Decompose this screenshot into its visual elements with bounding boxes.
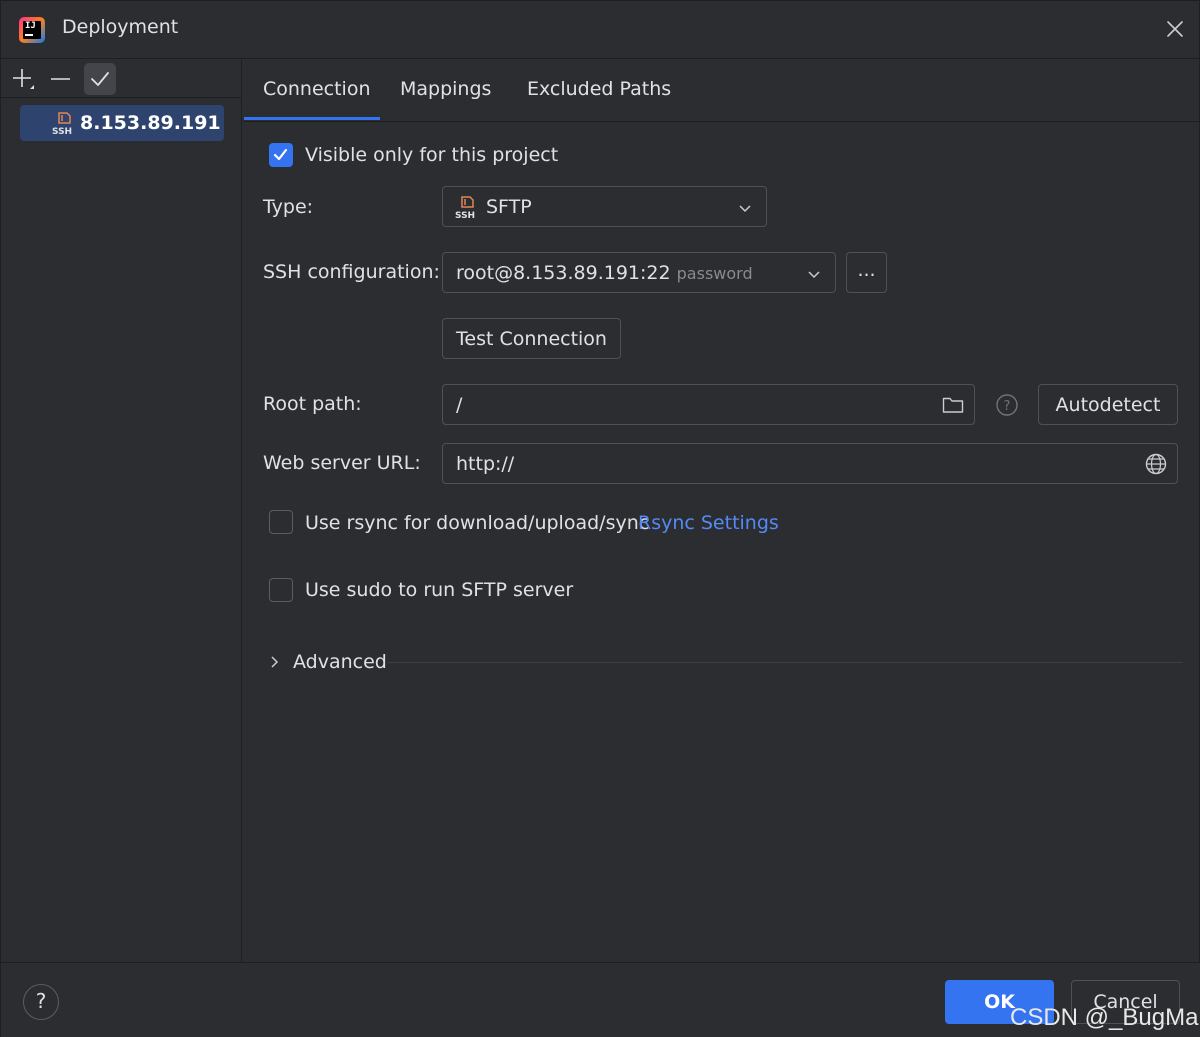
type-select[interactable]: SSH SFTP — [442, 186, 767, 227]
root-path-value: / — [456, 394, 463, 416]
ssh-configuration-more-button[interactable]: ... — [846, 252, 887, 293]
use-as-default-button[interactable] — [84, 63, 116, 95]
deployment-dialog: IJ Deployment SSH 8.153.89.191 Connectio… — [0, 0, 1200, 1037]
title-bar: IJ Deployment — [1, 1, 1200, 59]
visible-only-checkbox[interactable] — [269, 143, 293, 167]
visible-only-label: Visible only for this project — [305, 144, 559, 166]
use-sudo-checkbox[interactable] — [269, 578, 293, 602]
chevron-right-icon[interactable] — [266, 654, 282, 670]
folder-icon[interactable] — [941, 393, 965, 417]
use-rsync-checkbox[interactable] — [269, 510, 293, 534]
server-list-toolbar — [1, 60, 242, 98]
tab-mappings[interactable]: Mappings — [400, 78, 491, 100]
autodetect-button[interactable]: Autodetect — [1038, 384, 1178, 425]
add-server-button[interactable] — [8, 63, 40, 95]
advanced-separator — [388, 662, 1183, 663]
question-icon[interactable]: ? — [995, 393, 1019, 417]
watermark: CSDN @_BugMan — [1010, 1004, 1200, 1031]
use-sudo-label: Use sudo to run SFTP server — [305, 579, 574, 601]
tab-excluded-paths[interactable]: Excluded Paths — [527, 78, 671, 100]
tab-connection[interactable]: Connection — [263, 78, 371, 100]
ssh-auth-hint: password — [676, 264, 753, 283]
server-list-item[interactable]: SSH 8.153.89.191 — [20, 105, 224, 141]
server-item-label: 8.153.89.191 — [80, 112, 221, 134]
check-icon — [273, 148, 288, 161]
server-settings-panel: Connection Mappings Excluded Paths Visib… — [243, 60, 1200, 962]
server-list-panel: SSH 8.153.89.191 — [1, 60, 242, 962]
web-server-url-label: Web server URL: — [263, 452, 421, 474]
dialog-title: Deployment — [62, 16, 179, 38]
help-button[interactable]: ? — [23, 984, 59, 1020]
ssh-icon: SSH — [52, 112, 72, 135]
minus-icon — [51, 78, 70, 80]
test-connection-button[interactable]: Test Connection — [442, 318, 621, 359]
rsync-settings-link[interactable]: Rsync Settings — [638, 512, 779, 534]
use-rsync-label: Use rsync for download/upload/sync — [305, 512, 650, 534]
ssh-configuration-value: root@8.153.89.191:22 password — [456, 262, 753, 284]
svg-text:SSH: SSH — [455, 211, 475, 219]
ssh-configuration-label: SSH configuration: — [263, 261, 440, 283]
ssh-configuration-text: root@8.153.89.191:22 — [456, 262, 671, 284]
svg-text:?: ? — [1004, 399, 1011, 414]
settings-tabs: Connection Mappings Excluded Paths — [243, 60, 1200, 122]
globe-icon[interactable] — [1144, 452, 1168, 476]
web-server-url-value: http:// — [456, 453, 515, 475]
close-icon[interactable] — [1161, 15, 1189, 43]
jetbrains-ij-icon: IJ — [19, 17, 45, 43]
check-icon — [91, 72, 109, 86]
ssh-configuration-select[interactable]: root@8.153.89.191:22 password — [442, 252, 836, 293]
advanced-section-toggle[interactable]: Advanced — [293, 651, 387, 673]
type-label: Type: — [263, 196, 314, 218]
active-tab-indicator — [244, 117, 380, 120]
svg-text:SSH: SSH — [52, 127, 72, 135]
plus-icon — [13, 69, 34, 89]
web-server-url-input[interactable]: http:// — [442, 443, 1178, 484]
remove-server-button[interactable] — [45, 63, 77, 95]
type-value: SFTP — [486, 196, 532, 218]
chevron-down-icon — [739, 205, 751, 213]
root-path-input[interactable]: / — [442, 384, 975, 425]
ssh-icon: SSH — [455, 196, 475, 219]
chevron-down-icon — [808, 271, 820, 279]
root-path-label: Root path: — [263, 393, 362, 415]
